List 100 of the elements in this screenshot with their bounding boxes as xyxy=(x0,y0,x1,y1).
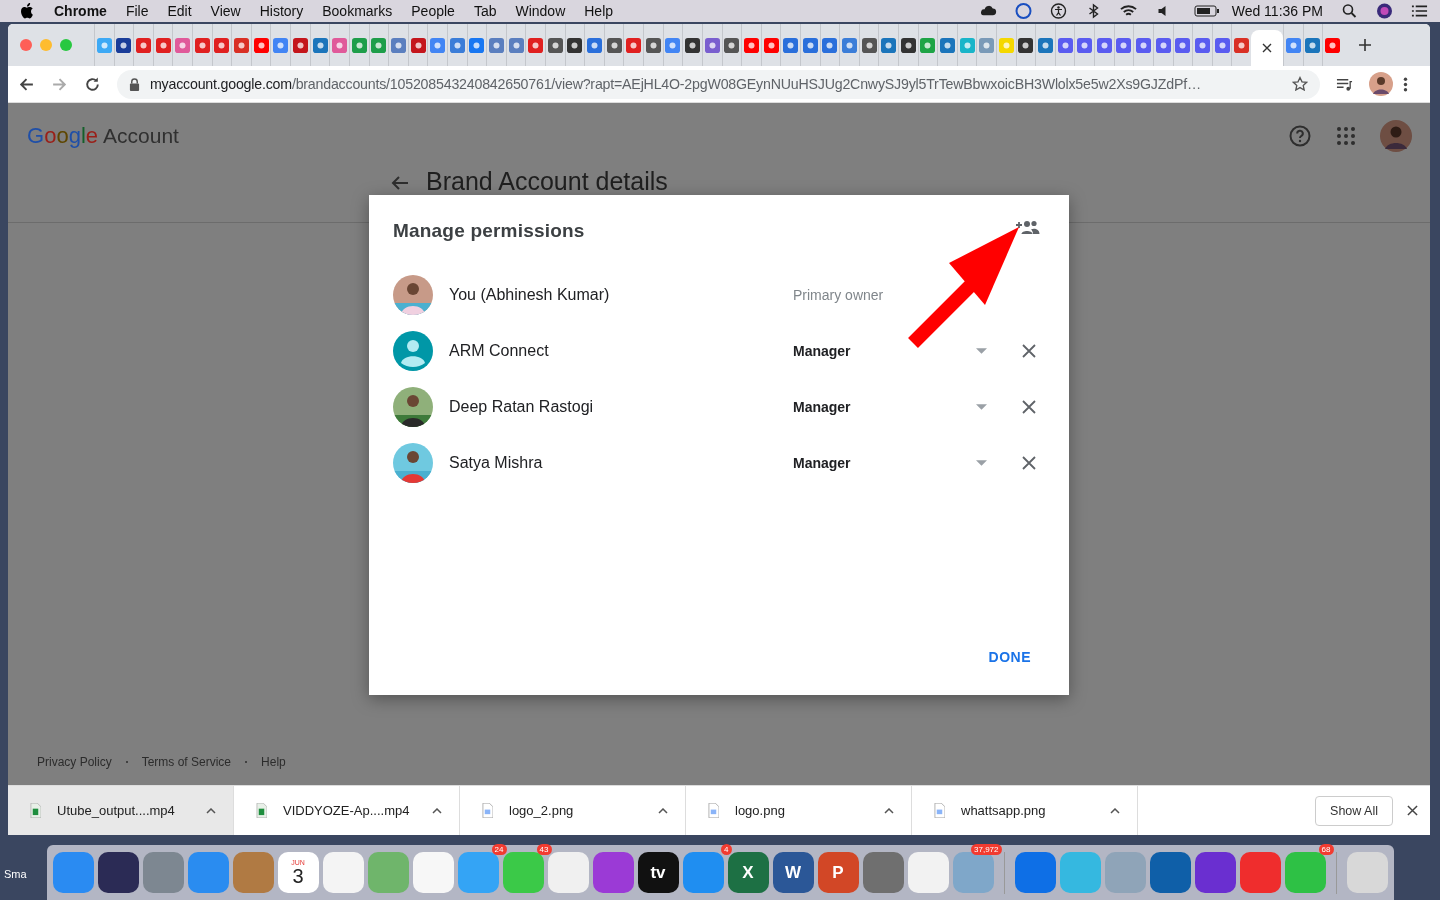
dropdown-caret-icon[interactable] xyxy=(976,460,987,466)
browser-tab[interactable] xyxy=(858,24,879,66)
product-name: Account xyxy=(103,124,179,148)
favicon-icon xyxy=(763,37,779,53)
favicon-icon xyxy=(881,37,897,53)
dock-app-icon[interactable] xyxy=(97,852,139,893)
favicon-icon xyxy=(704,37,720,53)
download-item[interactable]: Utube_output....mp4 xyxy=(8,786,234,835)
done-button[interactable]: DONE xyxy=(974,643,1045,671)
remove-icon[interactable] xyxy=(1022,456,1036,470)
dropdown-caret-icon[interactable] xyxy=(976,348,987,354)
file-icon xyxy=(256,803,267,818)
footer-link[interactable]: Privacy Policy xyxy=(37,755,112,769)
dialog-title: Manage permissions xyxy=(393,220,585,242)
favicon-icon xyxy=(214,37,230,53)
download-item[interactable]: VIDDYOZE-Ap....mp4 xyxy=(234,786,460,835)
menu-item[interactable]: Tab xyxy=(473,3,497,19)
dock-app-icon[interactable]: X xyxy=(727,852,769,893)
add-people-icon[interactable] xyxy=(1015,219,1041,235)
favicon-icon xyxy=(920,37,936,53)
list-icon[interactable] xyxy=(1411,3,1428,19)
role-dropdown[interactable]: Manager xyxy=(793,343,993,359)
menu-clock[interactable]: Wed 11:36 PM xyxy=(1231,3,1323,19)
favicon-icon xyxy=(724,37,740,53)
close-tab-icon[interactable] xyxy=(1261,43,1272,53)
browser-tab[interactable] xyxy=(113,24,134,66)
menu-item[interactable]: Bookmarks xyxy=(322,3,393,19)
favicon-icon xyxy=(841,37,857,53)
download-item[interactable]: logo.png xyxy=(686,786,912,835)
help-icon[interactable] xyxy=(1288,124,1312,148)
image-file-icon xyxy=(482,803,493,818)
browser-tab[interactable] xyxy=(545,24,565,66)
role-dropdown[interactable]: Manager xyxy=(793,399,993,415)
caret-icon[interactable] xyxy=(432,807,442,814)
favicon-icon xyxy=(567,37,583,53)
browser-tab[interactable] xyxy=(643,24,663,66)
caret-icon[interactable] xyxy=(1110,807,1120,814)
remove-icon[interactable] xyxy=(1022,344,1036,358)
browser-tab[interactable] xyxy=(1015,24,1036,66)
browser-tab[interactable] xyxy=(290,24,310,66)
browser-tab[interactable] xyxy=(898,24,918,66)
notification-badge: 68 xyxy=(1318,844,1334,855)
dock-app-icon[interactable] xyxy=(1194,852,1236,893)
favicon-icon xyxy=(194,37,210,53)
favicon-icon xyxy=(547,37,563,53)
role-dropdown[interactable]: Manager xyxy=(793,455,993,471)
app-menu[interactable]: Chrome xyxy=(54,3,107,19)
dock-app-icon[interactable] xyxy=(1149,852,1191,893)
avatar-icon xyxy=(393,331,433,371)
star-icon[interactable] xyxy=(1292,76,1308,92)
close-icon[interactable] xyxy=(1407,805,1418,816)
address-bar[interactable]: myaccount.google.com/brandaccounts/105208543240842650761/view?rapt=AEjHL4O-2pgW08GEynNUuHSJUg2CnwySJ9yl5TrTewBbwxoicBH3Wlolx5e5w2Xs9GJZdPf… xyxy=(117,69,1320,99)
new-tab-icon[interactable] xyxy=(1358,38,1372,52)
lock-icon[interactable] xyxy=(129,77,140,91)
member-name: Satya Mishra xyxy=(449,454,544,472)
favicon-icon xyxy=(959,37,975,53)
apple-icon[interactable] xyxy=(20,3,34,19)
favicon-icon xyxy=(1324,37,1340,53)
remove-icon[interactable] xyxy=(1022,400,1036,414)
show-all-button[interactable]: Show All xyxy=(1315,795,1393,826)
close-window-button[interactable] xyxy=(20,39,32,51)
dropdown-caret-icon[interactable] xyxy=(976,404,987,410)
member-name: Deep Ratan Rastogi xyxy=(449,398,595,416)
accessibility-icon[interactable] xyxy=(1049,3,1067,19)
dock-app-icon[interactable]: tv xyxy=(637,852,679,893)
favicon-icon xyxy=(1305,37,1321,53)
download-item[interactable]: logo_2.png xyxy=(460,786,686,835)
reload-icon[interactable] xyxy=(84,75,101,93)
dock-app-icon[interactable]: P xyxy=(817,852,859,893)
browser-tab[interactable] xyxy=(682,24,702,66)
browser-tab[interactable] xyxy=(407,24,428,66)
download-item[interactable]: whattsapp.png xyxy=(912,786,1138,835)
caret-icon[interactable] xyxy=(884,807,894,814)
favicon-icon xyxy=(430,37,446,53)
caret-icon[interactable] xyxy=(206,807,216,814)
caret-icon[interactable] xyxy=(658,807,668,814)
menu-item[interactable]: History xyxy=(259,3,304,19)
footer-link[interactable]: Terms of Service xyxy=(141,755,232,769)
favicon-icon xyxy=(1234,37,1250,53)
more-icon[interactable] xyxy=(1403,75,1408,93)
favicon-icon xyxy=(312,37,328,53)
browser-tab[interactable] xyxy=(564,24,585,66)
browser-tab[interactable] xyxy=(721,24,742,66)
favicon-icon xyxy=(1214,37,1230,53)
favicon-icon xyxy=(136,37,151,53)
siri-icon[interactable] xyxy=(1376,3,1393,19)
favicon-icon xyxy=(332,37,348,53)
apps-grid-icon[interactable] xyxy=(1334,124,1358,148)
favicon-icon xyxy=(645,37,661,53)
menu-item[interactable]: Help xyxy=(584,3,614,19)
menu-item[interactable]: Window xyxy=(515,3,566,19)
search-icon[interactable] xyxy=(1341,3,1358,19)
favicon-icon xyxy=(587,37,603,53)
menu-item[interactable]: File xyxy=(125,3,149,19)
menu-item[interactable]: View xyxy=(210,3,241,19)
menu-item[interactable]: People xyxy=(411,3,455,19)
dock-app-icon[interactable]: W xyxy=(772,852,814,893)
browser-tab[interactable] xyxy=(603,24,624,66)
battery-icon[interactable] xyxy=(1193,4,1220,18)
menu-item[interactable]: Edit xyxy=(167,3,192,19)
